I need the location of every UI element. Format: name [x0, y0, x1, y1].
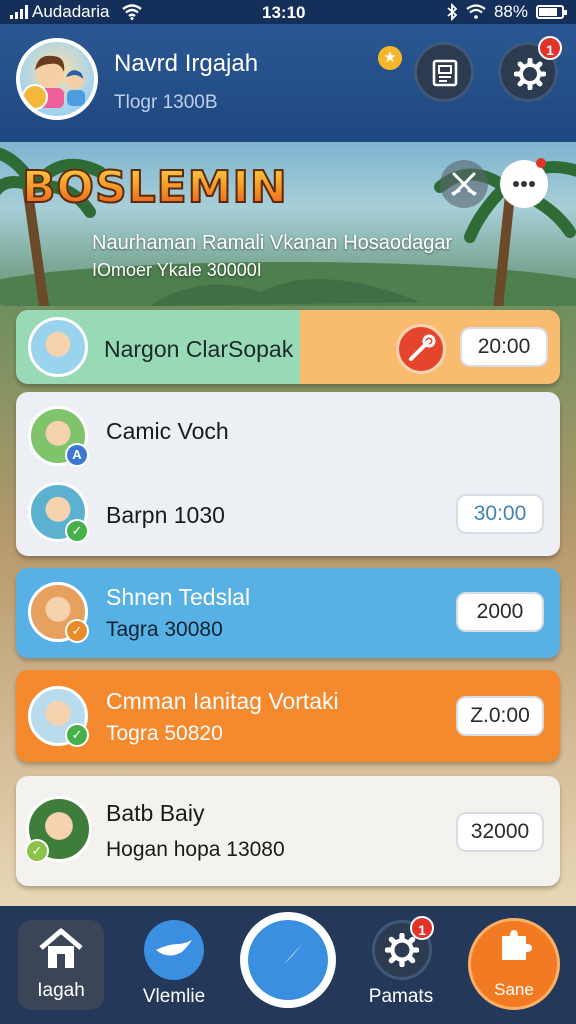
star-icon: ★ — [378, 46, 402, 70]
gear-icon — [385, 933, 419, 967]
profile-header: Navrd Irgajah Tlogr 1300B ★ 1 — [0, 24, 576, 142]
nav-label: Vlemlie — [142, 986, 206, 1007]
nav-settings[interactable]: 1 Pamats — [358, 906, 444, 1024]
friend-list: Nargon ClarSopak 20:00 A Camic Voch ✓ Ba… — [0, 306, 576, 906]
wifi-icon — [121, 4, 142, 20]
avatar — [28, 317, 88, 377]
card-title: Camic Voch — [106, 418, 229, 444]
mute-button[interactable] — [440, 160, 488, 208]
avatar: ✓ — [28, 582, 89, 643]
home-icon — [39, 928, 83, 968]
signal-icon — [10, 5, 28, 19]
avatar[interactable]: ✓ — [28, 482, 89, 543]
nav-label: Pamats — [368, 986, 434, 1007]
wifi-icon-right — [466, 4, 486, 19]
user-name: Navrd Irgajah — [114, 50, 259, 77]
bluetooth-icon — [447, 3, 458, 21]
nav-settings-badge: 1 — [410, 916, 434, 940]
badge-a: A — [65, 443, 89, 467]
avatar: ✓ — [28, 686, 89, 747]
carrier-group: Audadaria — [10, 2, 210, 22]
avatar: ✓ — [25, 796, 92, 863]
list-item-group: A Camic Voch ✓ Barpn 1030 30:00 — [16, 392, 560, 556]
app-root: Audadaria 13:10 88% Navrd Irgajah Tlogr … — [0, 0, 576, 1024]
card-title: Batb Baiy — [106, 800, 205, 826]
nav-home[interactable]: Iagah — [18, 906, 104, 1024]
compass-icon — [274, 944, 302, 974]
level-badge — [22, 84, 48, 110]
time-pill: 30:00 — [456, 494, 544, 534]
puzzle-icon — [502, 930, 532, 960]
nav-messages[interactable]: Vlemlie — [134, 906, 214, 1024]
more-badge-dot — [536, 158, 546, 168]
time-pill: Z.0:00 — [456, 696, 544, 736]
card-subtitle: Togra 50820 — [106, 722, 223, 745]
notes-icon — [432, 59, 458, 87]
card-subtitle: Tagra 30080 — [106, 618, 223, 641]
nav-label: Sane — [494, 980, 534, 999]
carrier-name: Audadaria — [32, 2, 110, 21]
time-pill: 20:00 — [460, 327, 548, 367]
time-pill: 32000 — [456, 812, 544, 852]
status-icon: ✓ — [65, 519, 89, 543]
user-score: Tlogr 1300B — [114, 92, 218, 113]
bottom-nav: Iagah Vlemlie 1 Pamats Sane — [0, 906, 576, 1024]
card-subtitle: Hogan hopa 13080 — [106, 838, 285, 861]
status-icon: ✓ — [25, 839, 49, 863]
card-title: Shnen Tedslal — [106, 584, 251, 610]
profile-avatar[interactable] — [16, 38, 98, 120]
list-item[interactable]: ✓ Shnen Tedslal Tagra 30080 2000 — [16, 568, 560, 658]
status-icon: ✓ — [65, 619, 89, 643]
status-bar: Audadaria 13:10 88% — [0, 0, 576, 24]
chat-bird-icon — [156, 940, 192, 956]
card-title: Barpn 1030 — [106, 502, 225, 528]
event-banner[interactable]: BOSLEMIN Naurhaman Ramali Vkanan Hosaoda… — [0, 142, 576, 306]
settings-badge: 1 — [538, 36, 562, 60]
notes-button[interactable] — [414, 42, 474, 102]
battery-icon — [536, 5, 567, 19]
list-item[interactable]: ✓ Batb Baiy Hogan hopa 13080 32000 — [16, 776, 560, 886]
battery-percent: 88% — [493, 2, 528, 21]
status-time: 13:10 — [262, 3, 306, 22]
nav-explore[interactable] — [240, 906, 336, 1024]
banner-subtitle: Naurhaman Ramali Vkanan Hosaodagar — [92, 232, 453, 254]
time-pill: 2000 — [456, 592, 544, 632]
sword-icon — [409, 334, 436, 361]
nav-game[interactable]: Sane — [468, 906, 560, 1024]
status-right: 88% — [446, 2, 567, 22]
banner-title: BOSLEMIN — [21, 161, 288, 214]
list-item[interactable]: Nargon ClarSopak 20:00 — [16, 310, 560, 384]
sword-action-button[interactable] — [396, 324, 446, 374]
card-title: Nargon ClarSopak — [104, 336, 294, 362]
swords-icon — [451, 172, 477, 196]
banner-reward: IOmoer Ykale 30000I — [92, 260, 262, 280]
nav-label: Iagah — [37, 980, 85, 1001]
list-item[interactable]: ✓ Cmman Ianitag Vortaki Togra 50820 Z.0:… — [16, 670, 560, 762]
avatar[interactable]: A — [28, 406, 89, 467]
more-button[interactable] — [500, 158, 548, 208]
gear-icon — [514, 58, 546, 90]
status-icon: ✓ — [65, 723, 89, 747]
card-title: Cmman Ianitag Vortaki — [106, 688, 339, 714]
